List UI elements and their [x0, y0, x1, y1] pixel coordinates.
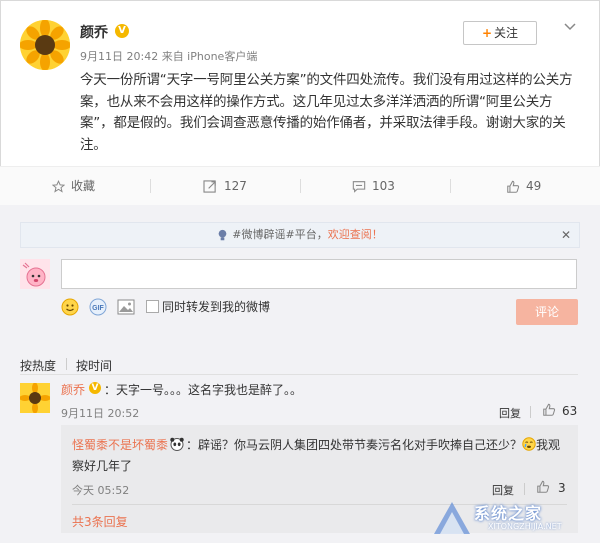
submit-comment-button[interactable]: 评论 [516, 299, 578, 325]
svg-text:GIF: GIF [92, 305, 104, 312]
like-button[interactable]: 49 [506, 167, 541, 205]
like-count: 49 [526, 179, 542, 193]
reply-text-block: 怪蜀黍不是坏蜀黍 ：辟谣？你马云阴人集团四处带节奏污名化对手吹捧自己还少？ 我观察好… [72, 435, 567, 477]
post-text: 今天一份所谓“天字一号阿里公关方案”的文件四处流传。我们没有用过这样的公关方案，… [80, 72, 573, 153]
comment-like-count: 63 [562, 404, 578, 418]
plus-icon: + [481, 26, 493, 40]
divider [66, 358, 67, 370]
gif-icon[interactable]: GIF [89, 298, 107, 319]
repost-button[interactable]: 127 [203, 167, 247, 205]
reply-like-count: 3 [558, 481, 566, 495]
repost-checkbox[interactable] [146, 300, 159, 313]
thumb-up-icon [543, 403, 556, 416]
close-icon[interactable]: ✕ [561, 223, 571, 247]
rumor-tip-banner[interactable]: #微博辟谣#平台，欢迎查阅！ ✕ [20, 222, 580, 248]
divider [150, 179, 151, 193]
sort-by-time[interactable]: 按时间 [76, 357, 112, 374]
comment-icon [352, 181, 366, 193]
author-avatar[interactable] [20, 20, 70, 70]
thumb-up-icon [507, 180, 520, 193]
follow-button[interactable]: + 关注 [463, 21, 537, 45]
reply-like-button[interactable]: 3 [536, 480, 566, 495]
watermark-url: XITONGZHIJIA.NET [488, 522, 562, 531]
favorite-button[interactable]: 收藏 [51, 167, 96, 205]
repost-count: 127 [224, 179, 247, 193]
repost-icon [203, 180, 216, 193]
more-replies-link[interactable]: 共3条回复 [72, 513, 128, 530]
tip-text: #微博辟谣#平台， [232, 228, 328, 241]
reply-author-name[interactable]: 怪蜀黍不是坏蜀黍 [72, 438, 168, 452]
crying-face-icon [522, 437, 536, 451]
bulb-icon [218, 229, 227, 240]
my-avatar[interactable] [20, 259, 50, 289]
reply-time: 今天 05:52 [72, 484, 130, 497]
chevron-down-icon[interactable] [562, 19, 578, 35]
comment-author-name[interactable]: 颜乔 [61, 381, 85, 398]
comment-input[interactable] [61, 259, 577, 289]
reply-text: ：辟谣？你马云阴人集团四处带节奏污名化对手吹捧自己还少？ [186, 438, 523, 452]
sort-by-hot[interactable]: 按热度 [20, 357, 56, 374]
divider [300, 179, 301, 193]
verified-icon: V [115, 24, 129, 38]
comment-time: 9月11日 20:52 [61, 407, 140, 420]
watermark-text: 系统之家 [474, 504, 543, 523]
favorite-label: 收藏 [71, 179, 96, 193]
post-meta: 9月11日 20:42 来自 iPhone客户端 [80, 50, 258, 63]
comment-author-avatar[interactable] [20, 383, 50, 413]
divider [450, 179, 451, 193]
comment-button[interactable]: 103 [352, 167, 395, 205]
tip-link[interactable]: 欢迎查阅！ [328, 228, 383, 241]
follow-label: 关注 [494, 26, 519, 40]
action-bar: 收藏 127 103 49 [0, 166, 600, 206]
verified-icon: V [89, 382, 101, 394]
comment-text: ：天字一号。。。这名字我也是醉了。。 [104, 383, 303, 397]
divider [20, 374, 578, 375]
comment-like-button[interactable]: 63 [542, 403, 577, 418]
reply-button[interactable]: 回复 [499, 405, 521, 421]
thumb-up-icon [537, 480, 550, 493]
panda-icon [170, 437, 184, 451]
smiley-icon[interactable] [61, 298, 79, 319]
post-author-name[interactable]: 颜乔 [80, 22, 108, 42]
image-icon[interactable] [117, 298, 135, 319]
repost-checkbox-label: 同时转发到我的微博 [162, 300, 271, 314]
comment-count: 103 [372, 179, 395, 193]
star-icon [51, 180, 66, 193]
divider [530, 406, 531, 418]
